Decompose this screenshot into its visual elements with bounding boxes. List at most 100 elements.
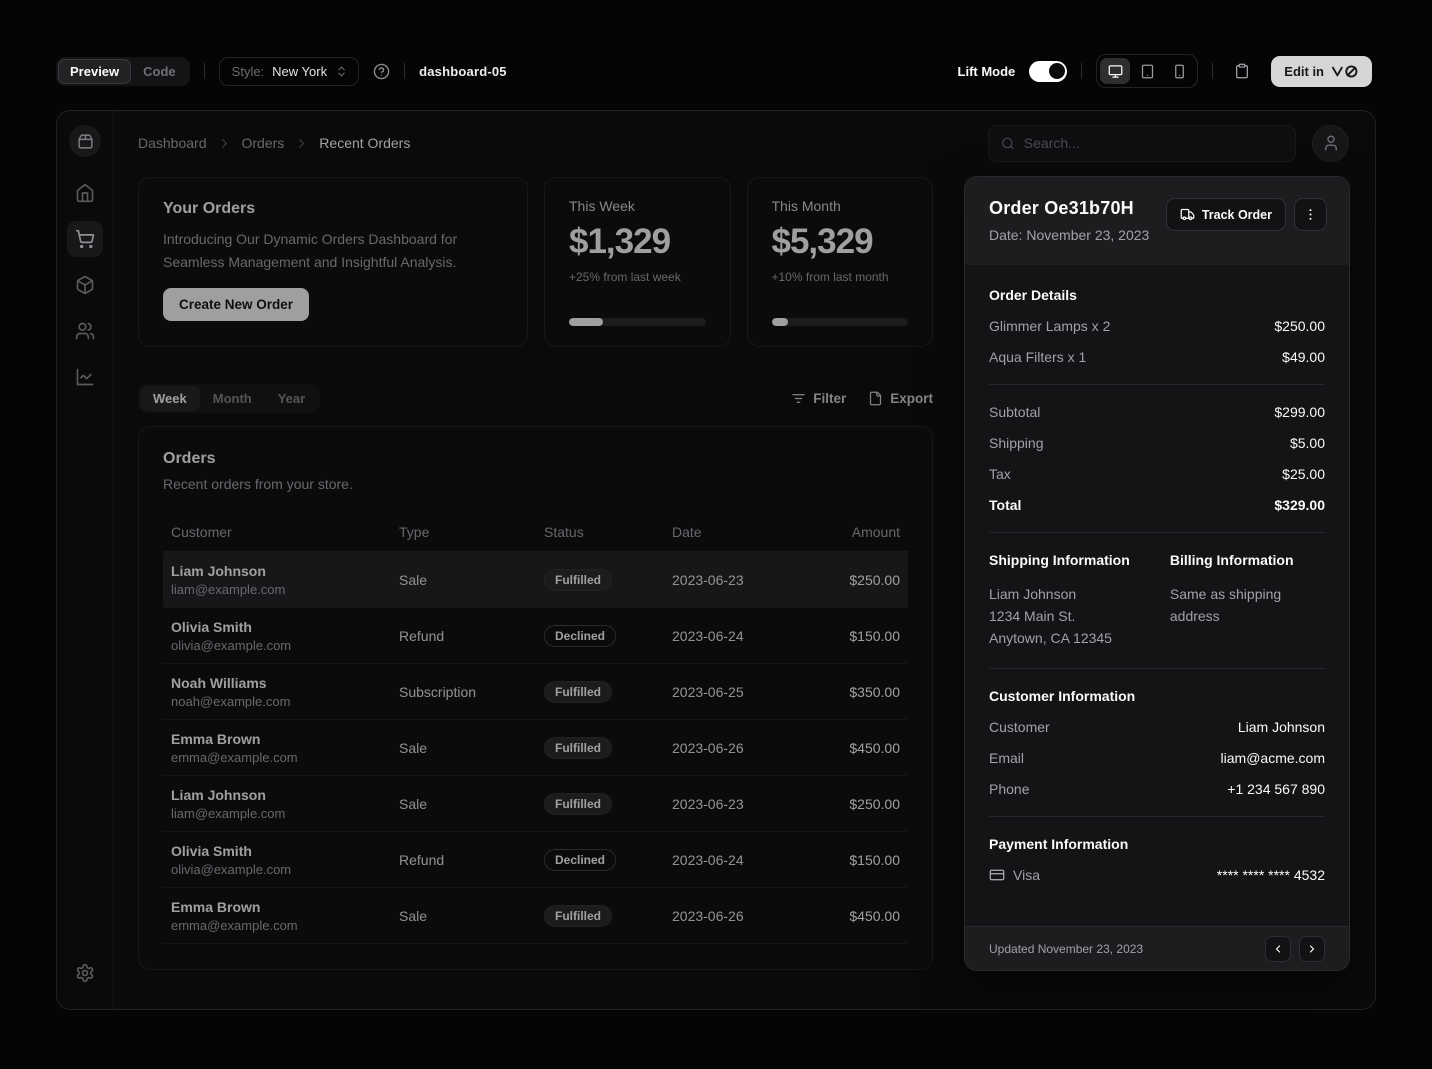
copy-code-button[interactable] <box>1227 56 1257 86</box>
tab-week[interactable]: Week <box>140 386 200 411</box>
table-row[interactable]: Liam Johnson liam@example.com Sale Fulfi… <box>163 552 908 608</box>
table-row[interactable]: Olivia Smith olivia@example.com Refund D… <box>163 608 908 664</box>
order-date: 2023-06-24 <box>664 628 806 644</box>
sidebar-item-analytics[interactable] <box>67 359 103 395</box>
order-items-list: Glimmer Lamps x 2$250.00Aqua Filters x 1… <box>989 318 1325 365</box>
tablet-view-button[interactable] <box>1132 58 1162 84</box>
progress-bar <box>772 318 909 326</box>
filter-button[interactable]: Filter <box>791 391 846 406</box>
sidebar-item-products[interactable] <box>67 267 103 303</box>
promo-description: Introducing Our Dynamic Orders Dashboard… <box>163 228 471 273</box>
address-line: Anytown, CA 12345 <box>989 627 1152 649</box>
edit-in-v0-button[interactable]: Edit in <box>1271 56 1372 87</box>
style-select[interactable]: Style: New York <box>219 57 359 86</box>
status-badge: Fulfilled <box>544 681 612 703</box>
stat-value: $5,329 <box>772 222 909 262</box>
lift-mode-label: Lift Mode <box>958 64 1016 79</box>
dashboard-header: Dashboard Orders Recent Orders <box>114 111 1375 175</box>
totals-row: Subtotal$299.00 <box>989 404 1325 420</box>
preview-code-tabs: Preview Code <box>56 57 190 86</box>
customer-email: olivia@example.com <box>171 638 383 653</box>
order-type: Subscription <box>391 684 536 700</box>
dashboard-preview: DashboardOrdersRecent Orders Your Or <box>56 110 1376 1010</box>
order-amount: $350.00 <box>806 684 908 700</box>
order-date: 2023-06-26 <box>664 908 806 924</box>
totals-row: Shipping$5.00 <box>989 435 1325 451</box>
promo-title: Your Orders <box>163 200 503 218</box>
card-number: **** **** **** 4532 <box>1217 867 1325 883</box>
line-chart-icon <box>75 367 95 387</box>
desktop-view-button[interactable] <box>1100 58 1130 84</box>
table-row[interactable]: Emma Brown emma@example.com Sale Fulfill… <box>163 888 908 944</box>
tablet-icon <box>1140 64 1155 79</box>
breadcrumb-item[interactable]: Dashboard <box>138 135 207 151</box>
sidebar-item-customers[interactable] <box>67 313 103 349</box>
order-details-title: Order Details <box>989 287 1325 303</box>
more-options-button[interactable] <box>1294 198 1327 231</box>
store-logo-button[interactable] <box>69 125 101 157</box>
progress-bar <box>569 318 706 326</box>
breadcrumb-item[interactable]: Orders <box>242 135 285 151</box>
stat-label: This Week <box>569 198 706 214</box>
customer-email: noah@example.com <box>171 694 383 709</box>
stat-value: $1,329 <box>569 222 706 262</box>
status-badge: Declined <box>544 849 616 871</box>
orders-table: CustomerTypeStatusDateAmount Liam Johnso… <box>139 498 932 969</box>
help-icon[interactable] <box>373 63 390 80</box>
search-input[interactable] <box>1024 135 1283 151</box>
tab-year[interactable]: Year <box>265 386 318 411</box>
track-order-button[interactable]: Track Order <box>1166 198 1286 231</box>
filter-label: Filter <box>813 391 846 406</box>
monitor-icon <box>1108 64 1123 79</box>
shopping-cart-icon <box>75 229 95 249</box>
column-header-type: Type <box>391 524 536 540</box>
column-header-status: Status <box>536 524 664 540</box>
mobile-view-button[interactable] <box>1164 58 1194 84</box>
dashboard-content: Your Orders Introducing Our Dynamic Orde… <box>114 175 1375 1009</box>
customer-info-row: Phone+1 234 567 890 <box>989 781 1325 797</box>
order-type: Sale <box>391 740 536 756</box>
previous-order-button[interactable] <box>1265 936 1291 962</box>
export-button[interactable]: Export <box>868 391 933 406</box>
dashboard-main: DashboardOrdersRecent Orders Your Or <box>114 111 1375 1009</box>
address-line: Liam Johnson <box>989 583 1152 605</box>
stat-card-month: This Month $5,329 +10% from last month <box>747 177 934 347</box>
device-size-switcher <box>1096 54 1198 88</box>
sidebar-item-settings[interactable] <box>67 955 103 991</box>
breadcrumb: Dashboard Orders Recent Orders <box>138 135 410 151</box>
order-card-header: Order Oe31b70H Date: November 23, 2023 T… <box>965 177 1349 265</box>
table-row[interactable]: Olivia Smith olivia@example.com Refund D… <box>163 832 908 888</box>
separator <box>989 384 1325 385</box>
customer-email: emma@example.com <box>171 918 383 933</box>
v0-preview-window: Preview Code Style: New York dashboard-0… <box>0 0 1432 1069</box>
search-box <box>988 125 1296 162</box>
order-totals-list: Subtotal$299.00Shipping$5.00Tax$25.00Tot… <box>989 404 1325 513</box>
divider <box>204 63 205 79</box>
tab-code[interactable]: Code <box>131 59 188 84</box>
order-type: Sale <box>391 908 536 924</box>
table-row[interactable]: Emma Brown emma@example.com Sale Fulfill… <box>163 720 908 776</box>
tab-month[interactable]: Month <box>200 386 265 411</box>
next-order-button[interactable] <box>1299 936 1325 962</box>
table-row[interactable]: Liam Johnson liam@example.com Sale Fulfi… <box>163 776 908 832</box>
lift-mode-toggle[interactable] <box>1029 61 1067 82</box>
payment-info-title: Payment Information <box>989 836 1325 852</box>
chevron-right-icon <box>1306 943 1318 955</box>
billing-info-title: Billing Information <box>1170 552 1325 568</box>
table-row[interactable]: Noah Williams noah@example.com Subscript… <box>163 664 908 720</box>
tab-preview[interactable]: Preview <box>58 59 131 84</box>
sidebar-item-home[interactable] <box>67 175 103 211</box>
order-type: Refund <box>391 852 536 868</box>
orders-table-card: Orders Recent orders from your store. Cu… <box>138 426 933 970</box>
customer-name: Emma Brown <box>171 731 383 747</box>
sidebar-item-orders[interactable] <box>67 221 103 257</box>
style-select-value: New York <box>272 64 327 79</box>
order-amount: $150.00 <box>806 628 908 644</box>
separator <box>989 668 1325 669</box>
breadcrumb-item: Recent Orders <box>319 135 410 151</box>
order-type: Refund <box>391 628 536 644</box>
customer-info-list: CustomerLiam JohnsonEmailliam@acme.comPh… <box>989 719 1325 797</box>
avatar[interactable] <box>1312 125 1349 162</box>
progress-fill <box>569 318 603 326</box>
create-new-order-button[interactable]: Create New Order <box>163 288 309 321</box>
